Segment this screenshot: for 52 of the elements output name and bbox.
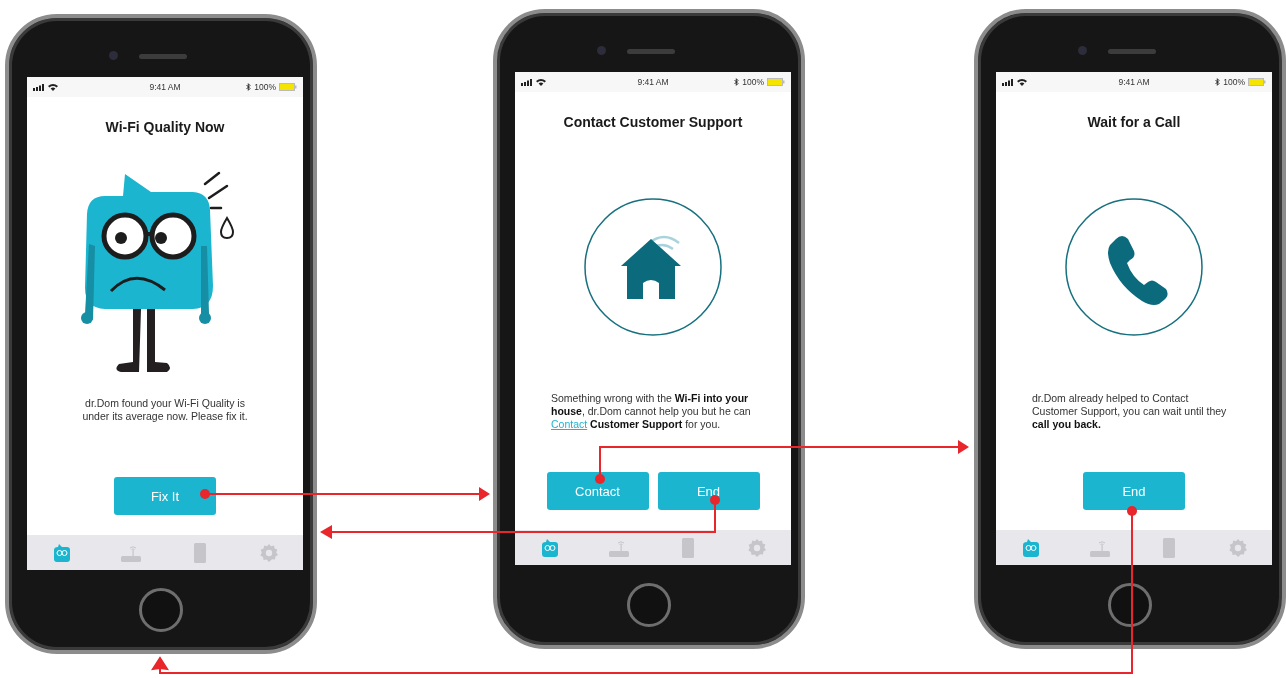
status-time: 9:41 AM <box>149 82 181 92</box>
speaker-slot <box>1108 49 1156 54</box>
message-text: dr.Dom found your Wi-Fi Quality is under its average now. Please fix it. <box>81 397 249 424</box>
router-icon <box>608 538 629 557</box>
settings-icon <box>1228 538 1247 557</box>
smartphone-icon <box>1162 537 1175 558</box>
action-button[interactable]: End <box>1083 472 1185 510</box>
action-button[interactable]: End <box>657 472 760 510</box>
camera-dot <box>1078 46 1087 55</box>
battery-icon <box>767 78 785 86</box>
bluetooth-icon <box>246 83 252 91</box>
signal-icon <box>521 78 533 86</box>
camera-dot <box>109 51 118 60</box>
mascot-tab-icon <box>52 543 71 562</box>
status-time: 9:41 AM <box>1118 77 1150 87</box>
message-text: dr.Dom already helped to Contact Customer Support, you can wait until they call you back. <box>1031 392 1228 432</box>
message-text: Something wrong with the Wi-Fi into your house, dr.Dom cannot help you but he can Contact Customer Support for you. <box>550 392 752 432</box>
signal-icon <box>33 83 45 91</box>
bluetooth-icon <box>734 78 740 86</box>
settings-icon <box>747 538 766 557</box>
camera-dot <box>597 46 606 55</box>
phone-icon <box>1108 236 1168 305</box>
signal-icon <box>1002 78 1014 86</box>
screen-title: Contact Customer Support <box>562 114 744 132</box>
smartphone-icon <box>681 537 694 558</box>
speaker-slot <box>139 54 187 59</box>
action-button[interactable]: Fix It <box>114 477 216 515</box>
mascot-tab-icon <box>540 538 559 557</box>
mascot-tab-icon <box>1021 538 1040 557</box>
action-button[interactable]: Contact <box>546 472 649 510</box>
wifi-icon <box>536 78 546 86</box>
router-icon <box>1089 538 1110 557</box>
contact-link[interactable]: Contact <box>551 418 588 430</box>
wifi-icon <box>48 83 58 91</box>
home-button[interactable] <box>139 588 183 632</box>
battery-icon <box>1248 78 1266 86</box>
home-button[interactable] <box>1108 583 1152 627</box>
screen-title: Wi-Fi Quality Now <box>104 119 226 137</box>
battery-percent: 100% <box>1223 77 1245 87</box>
smartphone-icon <box>193 542 206 563</box>
battery-percent: 100% <box>742 77 764 87</box>
status-time: 9:41 AM <box>637 77 669 87</box>
wifi-icon <box>1017 78 1027 86</box>
house-wifi-icon <box>621 235 681 299</box>
battery-percent: 100% <box>254 82 276 92</box>
settings-icon <box>259 543 278 562</box>
speaker-slot <box>627 49 675 54</box>
bluetooth-icon <box>1215 78 1221 86</box>
screen-title: Wait for a Call <box>1086 114 1182 132</box>
battery-icon <box>279 83 297 91</box>
router-icon <box>120 543 141 562</box>
home-button[interactable] <box>627 583 671 627</box>
